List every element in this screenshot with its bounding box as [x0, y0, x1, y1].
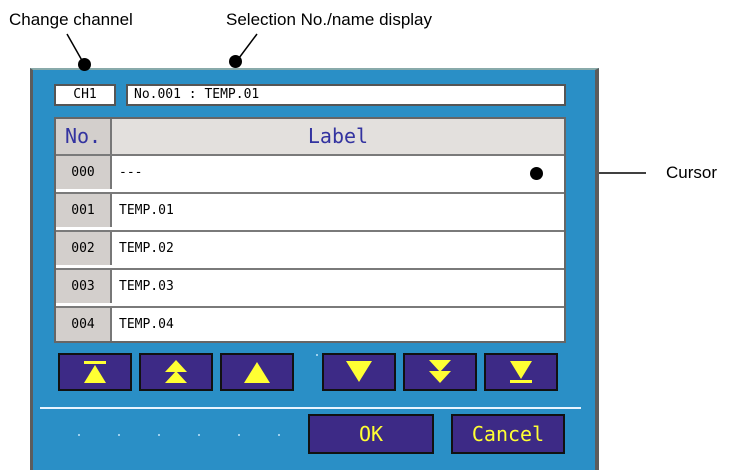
decor-dot	[198, 434, 200, 436]
column-header-label: Label	[112, 119, 564, 154]
table-row[interactable]: 001 TEMP.01	[56, 192, 564, 227]
decor-dot	[278, 434, 280, 436]
row-number: 000	[56, 156, 112, 189]
row-label: ---	[119, 165, 143, 180]
decor-dot	[238, 434, 240, 436]
selection-display: No.001 : TEMP.01	[126, 84, 566, 106]
selection-display-marker	[229, 55, 242, 68]
last-page-button[interactable]	[484, 353, 558, 391]
row-number: 003	[56, 270, 112, 303]
last-page-icon	[510, 361, 532, 383]
row-label: TEMP.02	[119, 241, 174, 256]
table-row[interactable]: 004 TEMP.04	[56, 306, 564, 341]
scroll-down-icon	[346, 361, 372, 382]
table-row[interactable]: 003 TEMP.03	[56, 268, 564, 303]
page-down-icon	[429, 360, 451, 383]
row-number: 001	[56, 194, 112, 227]
label-table: No. Label 000 --- 001 TEMP.01 002 TEMP.0…	[54, 117, 566, 343]
first-page-icon	[84, 361, 106, 383]
table-row[interactable]: 002 TEMP.02	[56, 230, 564, 265]
cursor-marker	[530, 167, 543, 180]
row-number: 002	[56, 232, 112, 265]
page-up-button[interactable]	[139, 353, 213, 391]
ok-button[interactable]: OK	[308, 414, 434, 454]
row-label: TEMP.03	[119, 279, 174, 294]
decor-dot	[78, 434, 80, 436]
first-page-button[interactable]	[58, 353, 132, 391]
scroll-up-icon	[244, 362, 270, 383]
row-label: TEMP.01	[119, 203, 174, 218]
decor-dot	[118, 434, 120, 436]
divider	[40, 407, 581, 409]
page-up-icon	[165, 360, 187, 383]
decor-dot	[158, 434, 160, 436]
scroll-down-button[interactable]	[322, 353, 396, 391]
change-channel-marker	[78, 58, 91, 71]
decor-dot	[316, 354, 318, 356]
table-row[interactable]: 000 ---	[56, 154, 564, 189]
column-header-no: No.	[56, 119, 112, 154]
row-number: 004	[56, 308, 112, 341]
row-label: TEMP.04	[119, 317, 174, 332]
table-header: No. Label	[56, 119, 564, 154]
scroll-up-button[interactable]	[220, 353, 294, 391]
cancel-button[interactable]: Cancel	[451, 414, 565, 454]
change-channel-button[interactable]: CH1	[54, 84, 116, 106]
page-down-button[interactable]	[403, 353, 477, 391]
